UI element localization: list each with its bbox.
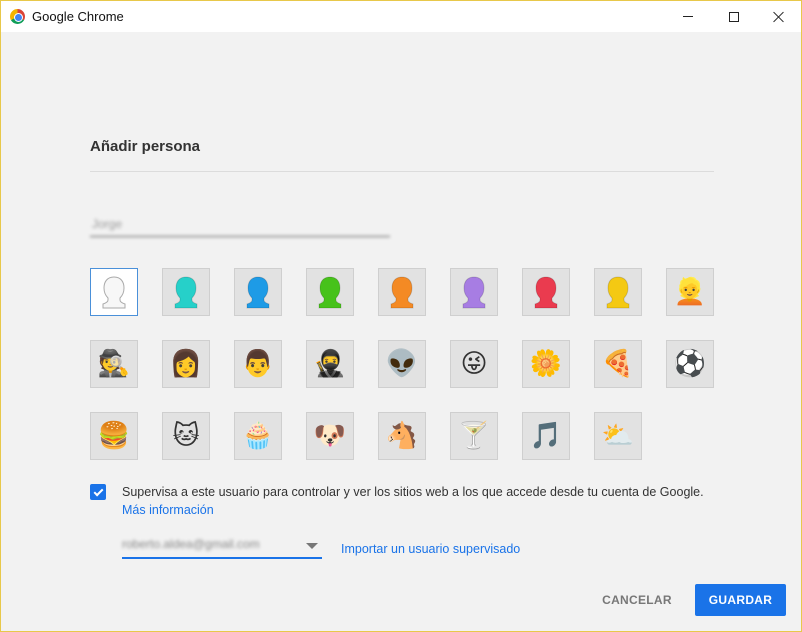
avatar-music-note[interactable]: 🎵 bbox=[522, 412, 570, 460]
supervise-checkbox[interactable] bbox=[90, 484, 106, 500]
avatar-white-silhouette[interactable] bbox=[90, 268, 138, 316]
supervise-label: Supervisa a este usuario para controlar … bbox=[122, 485, 704, 499]
avatar-man[interactable]: 👨 bbox=[234, 340, 282, 388]
cat-icon: 🐱 bbox=[172, 421, 200, 451]
dog-icon: 🐶 bbox=[313, 421, 347, 451]
businessman-icon: 🕵 bbox=[97, 349, 131, 379]
chrome-logo-icon bbox=[10, 9, 25, 24]
avatar-sun-cloud[interactable]: ⛅ bbox=[594, 412, 642, 460]
divider bbox=[90, 171, 714, 172]
maximize-icon bbox=[729, 11, 739, 22]
man-icon: 👨 bbox=[241, 349, 275, 379]
avatar-horse[interactable]: 🐴 bbox=[378, 412, 426, 460]
avatar-blonde-woman[interactable]: 👱 bbox=[666, 268, 714, 316]
burger-icon: 🍔 bbox=[97, 421, 131, 451]
window-title: Google Chrome bbox=[32, 9, 124, 24]
avatar-pizza[interactable]: 🍕 bbox=[594, 340, 642, 388]
woman-icon: 👩 bbox=[169, 349, 203, 379]
avatar-businessman[interactable]: 🕵 bbox=[90, 340, 138, 388]
avatar-smiley[interactable]: 😜 bbox=[450, 340, 498, 388]
avatar-flower[interactable]: 🌼 bbox=[522, 340, 570, 388]
blonde-woman-icon: 👱 bbox=[673, 277, 707, 307]
person-silhouette-icon bbox=[606, 276, 630, 309]
minimize-icon bbox=[683, 16, 693, 17]
avatar-dog[interactable]: 🐶 bbox=[306, 412, 354, 460]
horse-icon: 🐴 bbox=[385, 421, 419, 451]
cocktail-icon: 🍸 bbox=[457, 421, 491, 451]
save-button[interactable]: GUARDAR bbox=[695, 584, 786, 616]
title-bar: Google Chrome bbox=[1, 1, 801, 32]
cancel-button[interactable]: CANCELAR bbox=[592, 584, 682, 616]
person-silhouette-icon bbox=[462, 276, 486, 309]
cupcake-icon: 🧁 bbox=[241, 421, 275, 451]
minimize-button[interactable] bbox=[665, 1, 711, 32]
avatar-burger[interactable]: 🍔 bbox=[90, 412, 138, 460]
avatar-yellow-silhouette[interactable] bbox=[594, 268, 642, 316]
avatar-cat[interactable]: 🐱 bbox=[162, 412, 210, 460]
person-silhouette-icon bbox=[246, 276, 270, 309]
close-button[interactable] bbox=[756, 1, 802, 32]
avatar-red-silhouette[interactable] bbox=[522, 268, 570, 316]
ninja-icon: 🥷 bbox=[313, 349, 347, 379]
account-value: roberto.aldea@gmail.com bbox=[122, 537, 260, 551]
avatar-blue-silhouette[interactable] bbox=[234, 268, 282, 316]
avatar-cocktail[interactable]: 🍸 bbox=[450, 412, 498, 460]
flower-icon: 🌼 bbox=[529, 349, 563, 379]
avatar-woman[interactable]: 👩 bbox=[162, 340, 210, 388]
name-input[interactable] bbox=[90, 211, 390, 237]
dropdown-arrow-icon bbox=[306, 543, 318, 549]
sun-cloud-icon: ⛅ bbox=[601, 421, 635, 451]
music-note-icon: 🎵 bbox=[529, 421, 563, 451]
checkmark-icon bbox=[93, 486, 103, 496]
supervisor-account-select[interactable]: roberto.aldea@gmail.com bbox=[122, 535, 322, 559]
avatar-soccer-ball[interactable]: ⚽ bbox=[666, 340, 714, 388]
import-supervised-user-link[interactable]: Importar un usuario supervisado bbox=[341, 542, 520, 556]
avatar-ninja[interactable]: 🥷 bbox=[306, 340, 354, 388]
avatar-alien[interactable]: 👽 bbox=[378, 340, 426, 388]
person-silhouette-icon bbox=[390, 276, 414, 309]
chrome-window: Google Chrome Añadir persona 👱 🕵 👩 👨 🥷 👽 😜 🌼 🍕 ⚽ 🍔… bbox=[0, 0, 802, 632]
avatar-cupcake[interactable]: 🧁 bbox=[234, 412, 282, 460]
person-silhouette-icon bbox=[318, 276, 342, 309]
person-silhouette-icon bbox=[174, 276, 198, 309]
avatar-purple-silhouette[interactable] bbox=[450, 268, 498, 316]
alien-icon: 👽 bbox=[385, 349, 419, 379]
avatar-orange-silhouette[interactable] bbox=[378, 268, 426, 316]
person-silhouette-icon bbox=[102, 276, 126, 309]
pizza-icon: 🍕 bbox=[601, 349, 635, 379]
smiley-icon: 😜 bbox=[460, 349, 488, 379]
more-info-link[interactable]: Más información bbox=[122, 503, 214, 517]
page-title: Añadir persona bbox=[90, 138, 201, 155]
close-icon bbox=[773, 11, 785, 23]
person-silhouette-icon bbox=[534, 276, 558, 309]
maximize-button[interactable] bbox=[711, 1, 757, 32]
avatar-green-silhouette[interactable] bbox=[306, 268, 354, 316]
soccer-ball-icon: ⚽ bbox=[673, 349, 707, 379]
avatar-cyan-silhouette[interactable] bbox=[162, 268, 210, 316]
